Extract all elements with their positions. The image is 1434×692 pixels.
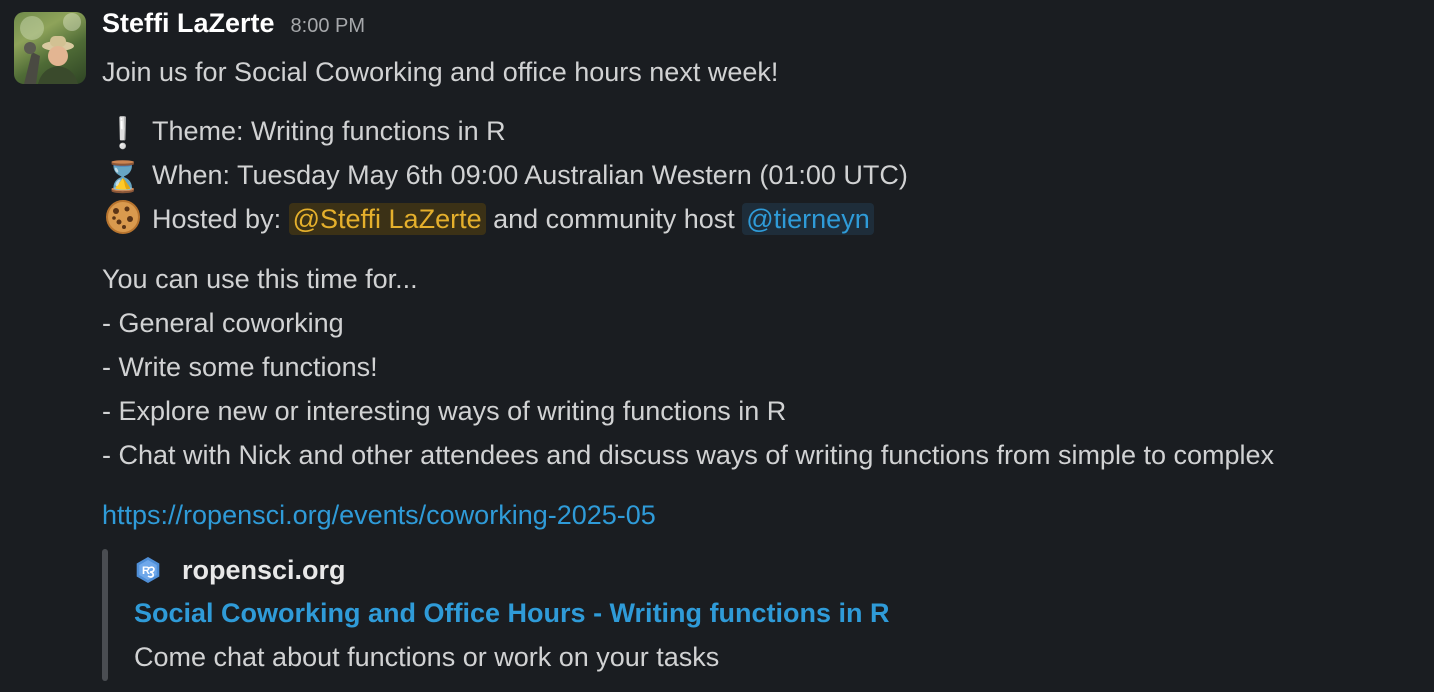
- link-line: https://ropensci.org/events/coworking-20…: [102, 493, 1434, 537]
- hourglass-icon: ⌛: [104, 160, 142, 195]
- cohost-mention[interactable]: @tierneyn: [742, 203, 874, 235]
- hosted-prefix: Hosted by:: [152, 204, 282, 234]
- preview-site-name: ropensci.org: [182, 554, 346, 585]
- list-item: - Write some functions!: [102, 352, 378, 382]
- hosted-line: Hosted by: @Steffi LaZerte and community…: [102, 197, 1434, 241]
- when-line: ⌛ When: Tuesday May 6th 09:00 Australian …: [102, 153, 1434, 197]
- list-item: - Chat with Nick and other attendees and…: [102, 440, 1275, 470]
- use-intro: You can use this time for...: [102, 264, 418, 294]
- message: Steffi LaZerte 8:00 PM Join us for Socia…: [0, 0, 1434, 692]
- exclamation-icon: ❕: [104, 116, 142, 151]
- list-item: - Explore new or interesting ways of wri…: [102, 396, 787, 426]
- avatar[interactable]: [14, 12, 86, 84]
- cookie-icon: [102, 199, 144, 244]
- intro-text: Join us for Social Coworking and office …: [102, 57, 779, 87]
- message-content: Steffi LaZerte 8:00 PM Join us for Socia…: [102, 8, 1434, 681]
- preview-description: Come chat about functions or work on you…: [134, 642, 720, 672]
- list-item: - General coworking: [102, 308, 344, 338]
- svg-text:R: R: [142, 565, 150, 577]
- preview-title-link[interactable]: Social Coworking and Office Hours - Writ…: [134, 591, 1434, 635]
- ropensci-logo-icon: R: [136, 557, 160, 583]
- when-text: When: Tuesday May 6th 09:00 Australian W…: [152, 160, 908, 190]
- link-preview: R ropensci.org Social Coworking and Offi…: [102, 549, 1434, 681]
- use-list: You can use this time for... - General c…: [102, 257, 1434, 477]
- theme-line: ❕ Theme: Writing functions in R: [102, 109, 1434, 153]
- timestamp[interactable]: 8:00 PM: [291, 15, 365, 38]
- sender-name[interactable]: Steffi LaZerte: [102, 8, 275, 39]
- hosted-middle: and community host: [493, 204, 735, 234]
- preview-bar: [102, 549, 108, 681]
- message-header: Steffi LaZerte 8:00 PM: [102, 8, 1434, 48]
- event-link[interactable]: https://ropensci.org/events/coworking-20…: [102, 500, 656, 530]
- theme-text: Theme: Writing functions in R: [152, 116, 506, 146]
- preview-site-row: R ropensci.org: [134, 549, 1434, 591]
- event-details: ❕ Theme: Writing functions in R ⌛ When: Tu…: [102, 109, 1434, 241]
- host-mention[interactable]: @Steffi LaZerte: [288, 203, 486, 235]
